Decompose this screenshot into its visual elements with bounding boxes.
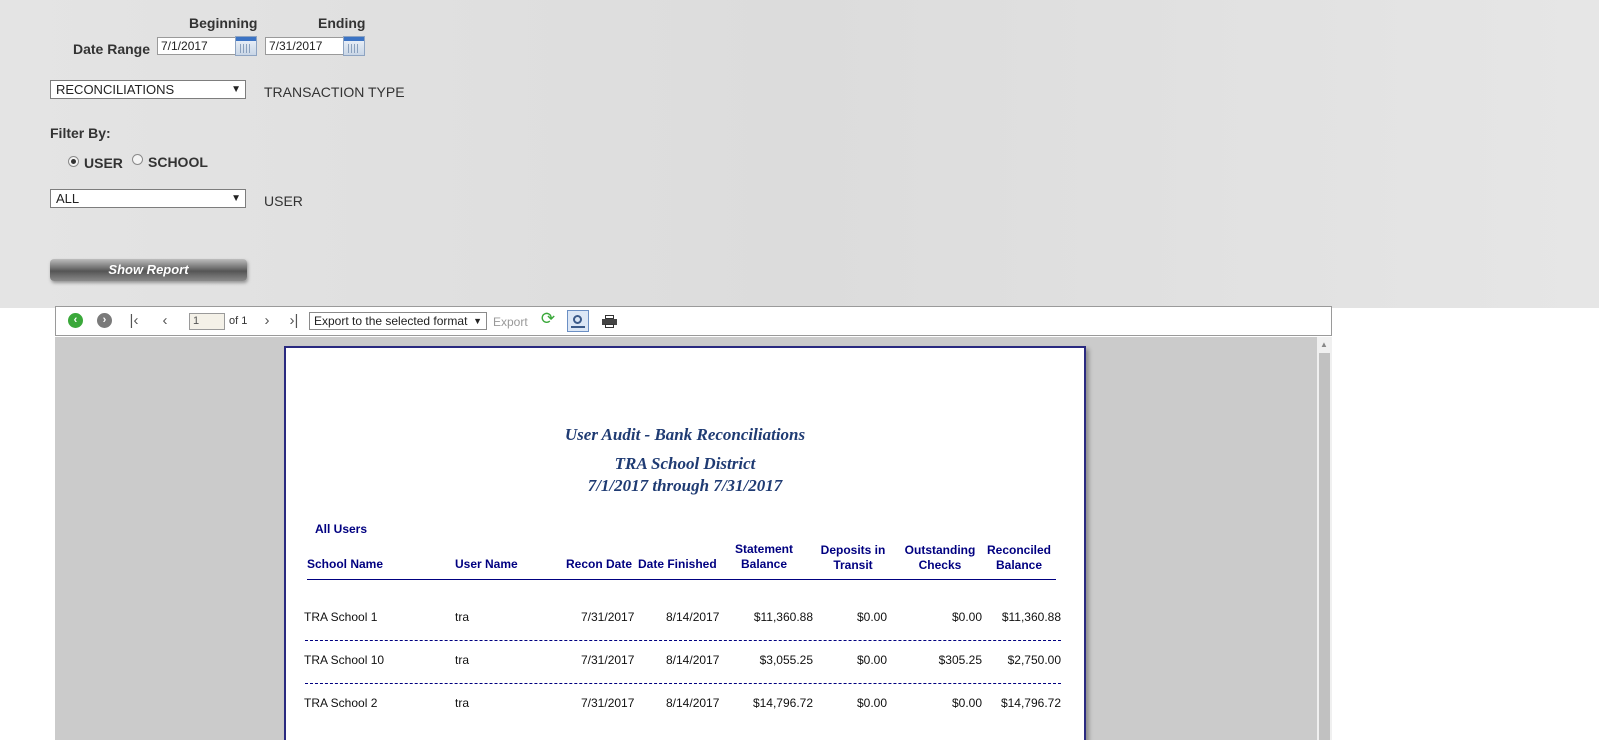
- cell-recon-date: 7/31/2017: [581, 696, 635, 710]
- cell-deposits: $0.00: [856, 610, 887, 624]
- cell-user: tra: [455, 696, 470, 710]
- export-link[interactable]: Export: [493, 315, 528, 329]
- cell-deposits: $0.00: [856, 696, 887, 710]
- find-icon[interactable]: [567, 310, 589, 332]
- cell-date-finished: 8/14/2017: [666, 696, 720, 710]
- first-page-icon[interactable]: |‹: [126, 313, 142, 329]
- cell-user: tra: [455, 610, 470, 624]
- begin-date-input[interactable]: 7/1/2017: [157, 37, 237, 55]
- row-divider: [305, 683, 1061, 684]
- filter-panel: Beginning Ending Date Range 7/1/2017 7/3…: [0, 0, 1599, 308]
- cell-outstanding: $0.00: [951, 696, 982, 710]
- col-outstanding-line2: Checks: [918, 558, 962, 572]
- beginning-label: Beginning: [189, 15, 258, 31]
- cell-school: TRA School 1: [304, 610, 378, 624]
- cell-date-finished: 8/14/2017: [666, 610, 720, 624]
- user-select-value: ALL: [56, 191, 80, 206]
- page-number-input[interactable]: 1: [189, 313, 225, 330]
- export-format-select[interactable]: Export to the selected format ▼: [309, 312, 487, 330]
- col-deposits-line1: Deposits in: [820, 543, 886, 557]
- transaction-type-select[interactable]: RECONCILIATIONS ▼: [50, 80, 246, 99]
- group-label: All Users: [315, 522, 368, 536]
- chevron-down-icon: ▼: [231, 84, 241, 95]
- begin-calendar-icon[interactable]: [235, 36, 257, 56]
- user-radio-label: USER: [84, 155, 123, 171]
- print-icon[interactable]: [602, 315, 617, 328]
- filter-by-label: Filter By:: [50, 125, 111, 141]
- cell-statement-balance: $11,360.88: [753, 610, 813, 624]
- ending-label: Ending: [318, 15, 366, 31]
- col-statement-balance: Statement Balance: [724, 542, 804, 572]
- previous-page-icon[interactable]: ‹: [157, 313, 173, 329]
- cell-date-finished: 8/14/2017: [666, 653, 720, 667]
- report-district: TRA School District: [614, 454, 756, 473]
- end-calendar-icon[interactable]: [343, 36, 365, 56]
- col-outstanding-checks: Outstanding Checks: [899, 543, 981, 573]
- col-reconciled-balance: Reconciled Balance: [981, 543, 1057, 573]
- cell-outstanding: $305.25: [938, 653, 982, 667]
- cell-reconciled: $14,796.72: [1000, 696, 1061, 710]
- cell-statement-balance: $3,055.25: [759, 653, 813, 667]
- refresh-icon[interactable]: ⟳: [539, 310, 557, 327]
- scrollbar-thumb[interactable]: [1319, 353, 1330, 740]
- school-radio[interactable]: [132, 154, 143, 165]
- last-page-icon[interactable]: ›|: [286, 313, 302, 329]
- report-date-range: 7/1/2017 through 7/31/2017: [587, 476, 783, 495]
- scroll-up-icon[interactable]: ▲: [1320, 340, 1328, 349]
- col-deposits-in-transit: Deposits in Transit: [813, 543, 893, 573]
- end-date-input[interactable]: 7/31/2017: [265, 37, 345, 55]
- col-reconciled-line1: Reconciled: [986, 543, 1052, 557]
- vertical-scrollbar[interactable]: ▲: [1317, 337, 1332, 740]
- user-select[interactable]: ALL ▼: [50, 189, 246, 208]
- school-radio-label: SCHOOL: [148, 154, 208, 170]
- row-divider: [305, 640, 1061, 641]
- chevron-down-icon: ▼: [473, 316, 482, 326]
- cell-reconciled: $11,360.88: [1001, 610, 1061, 624]
- header-divider: [307, 579, 1056, 580]
- report-toolbar: ‹ › |‹ ‹ 1 of 1 › ›| Export to the selec…: [55, 306, 1332, 336]
- chevron-down-icon: ▼: [231, 193, 241, 204]
- cell-school: TRA School 2: [304, 696, 378, 710]
- cell-statement-balance: $14,796.72: [752, 696, 813, 710]
- back-icon[interactable]: ‹: [68, 313, 83, 328]
- col-statement-balance-line1: Statement: [734, 542, 793, 556]
- col-recon-date: Recon Date: [566, 557, 633, 571]
- date-range-label: Date Range: [73, 41, 151, 57]
- col-deposits-line2: Transit: [833, 558, 873, 572]
- cell-school: TRA School 10: [304, 653, 385, 667]
- col-user-name: User Name: [455, 557, 518, 571]
- forward-icon[interactable]: ›: [97, 313, 112, 328]
- cell-recon-date: 7/31/2017: [581, 653, 635, 667]
- user-select-label: USER: [264, 193, 303, 209]
- next-page-icon[interactable]: ›: [259, 313, 275, 329]
- show-report-button[interactable]: Show Report: [50, 259, 247, 281]
- transaction-type-value: RECONCILIATIONS: [56, 82, 175, 97]
- col-date-finished: Date Finished: [638, 557, 717, 571]
- report-viewer: User Audit - Bank Reconciliations TRA Sc…: [55, 337, 1332, 740]
- transaction-type-label: TRANSACTION TYPE: [264, 84, 405, 100]
- cell-recon-date: 7/31/2017: [581, 610, 635, 624]
- col-statement-balance-line2: Balance: [740, 557, 788, 571]
- cell-reconciled: $2,750.00: [1007, 653, 1061, 667]
- report-page: User Audit - Bank Reconciliations TRA Sc…: [284, 346, 1086, 740]
- cell-user: tra: [455, 653, 470, 667]
- report-title: User Audit - Bank Reconciliations: [564, 425, 806, 444]
- col-school-name: School Name: [307, 557, 384, 571]
- page-count: of 1: [229, 315, 248, 327]
- col-outstanding-line1: Outstanding: [904, 543, 976, 557]
- cell-deposits: $0.00: [856, 653, 887, 667]
- user-radio[interactable]: [68, 156, 79, 167]
- col-reconciled-line2: Balance: [995, 558, 1043, 572]
- export-format-value: Export to the selected format: [314, 314, 468, 328]
- cell-outstanding: $0.00: [951, 610, 982, 624]
